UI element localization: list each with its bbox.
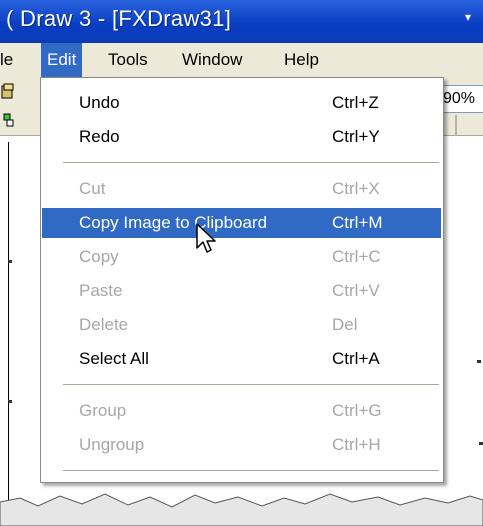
menu-item-label: Cut: [79, 179, 106, 198]
menu-help[interactable]: Help: [278, 43, 325, 77]
menu-item-shortcut: Ctrl+H: [332, 435, 381, 454]
chevron-down-icon[interactable]: ▾: [465, 10, 477, 24]
canvas-mark: [8, 400, 12, 403]
menu-item-ungroup[interactable]: Ungroup Ctrl+H: [42, 430, 441, 460]
menu-item-cut[interactable]: Cut Ctrl+X: [42, 174, 441, 204]
menu-separator: [63, 384, 439, 385]
menu-item-label: Redo: [79, 127, 120, 146]
menu-separator: [63, 470, 439, 471]
menu-item-shortcut: Ctrl+Z: [332, 93, 379, 112]
menu-item-shortcut: Ctrl+X: [332, 179, 380, 198]
menu-item-label: Delete: [79, 315, 129, 334]
title-bar[interactable]: ( Draw 3 - [FXDraw31] ▾: [0, 0, 483, 43]
menu-item-label: Copy: [79, 247, 119, 266]
torn-edge: [0, 493, 483, 526]
menu-bar: le Edit Tools Window Help: [0, 43, 483, 77]
menu-item-shortcut: Del: [332, 315, 358, 334]
menu-tools[interactable]: Tools: [102, 43, 154, 77]
menu-file[interactable]: le: [0, 43, 19, 77]
menu-window[interactable]: Window: [176, 43, 248, 77]
canvas-mark: [8, 260, 12, 263]
menu-item-shortcut: Ctrl+C: [332, 247, 381, 266]
menu-item-shortcut: Ctrl+G: [332, 401, 382, 420]
open-folder-icon[interactable]: [1, 83, 14, 101]
menu-item-paste[interactable]: Paste Ctrl+V: [42, 276, 441, 306]
canvas-mark: [479, 442, 483, 445]
menu-item-shortcut: Ctrl+M: [332, 213, 383, 232]
menu-item-label: Paste: [79, 281, 123, 300]
menu-item-label: Copy Image to Clipboard: [79, 213, 268, 232]
menu-item-shortcut: Ctrl+A: [332, 349, 380, 368]
menu-item-label: Group: [79, 401, 127, 420]
menu-separator: [63, 162, 439, 163]
menu-item-label: Ungroup: [79, 435, 145, 454]
menu-item-label: Undo: [79, 93, 120, 112]
menu-item-copy[interactable]: Copy Ctrl+C: [42, 242, 441, 272]
menu-edit[interactable]: Edit: [41, 43, 83, 77]
edit-menu: Undo Ctrl+Z Redo Ctrl+Y Cut Ctrl+X Copy …: [40, 77, 444, 483]
menu-item-delete[interactable]: Delete Del: [42, 310, 441, 340]
menu-item-select-all[interactable]: Select All Ctrl+A: [42, 344, 441, 374]
menu-item-redo[interactable]: Redo Ctrl+Y: [42, 122, 441, 152]
menu-item-copy-image-to-clipboard[interactable]: Copy Image to Clipboard Ctrl+M: [42, 208, 441, 238]
menu-item-shortcut: Ctrl+Y: [332, 127, 380, 146]
zoom-combo[interactable]: 90%: [440, 85, 483, 113]
shape-tool-icon[interactable]: [3, 113, 14, 127]
menu-item-group[interactable]: Group Ctrl+G: [42, 396, 441, 426]
menu-item-label: Select All: [79, 349, 149, 368]
menu-item-undo[interactable]: Undo Ctrl+Z: [42, 88, 441, 118]
menu-item-shortcut: Ctrl+V: [332, 281, 380, 300]
toolbar-separator: [455, 115, 457, 135]
window-title: ( Draw 3 - [FXDraw31]: [6, 6, 232, 31]
arrow-pointer-icon: [196, 223, 216, 253]
canvas-mark: [477, 360, 481, 363]
